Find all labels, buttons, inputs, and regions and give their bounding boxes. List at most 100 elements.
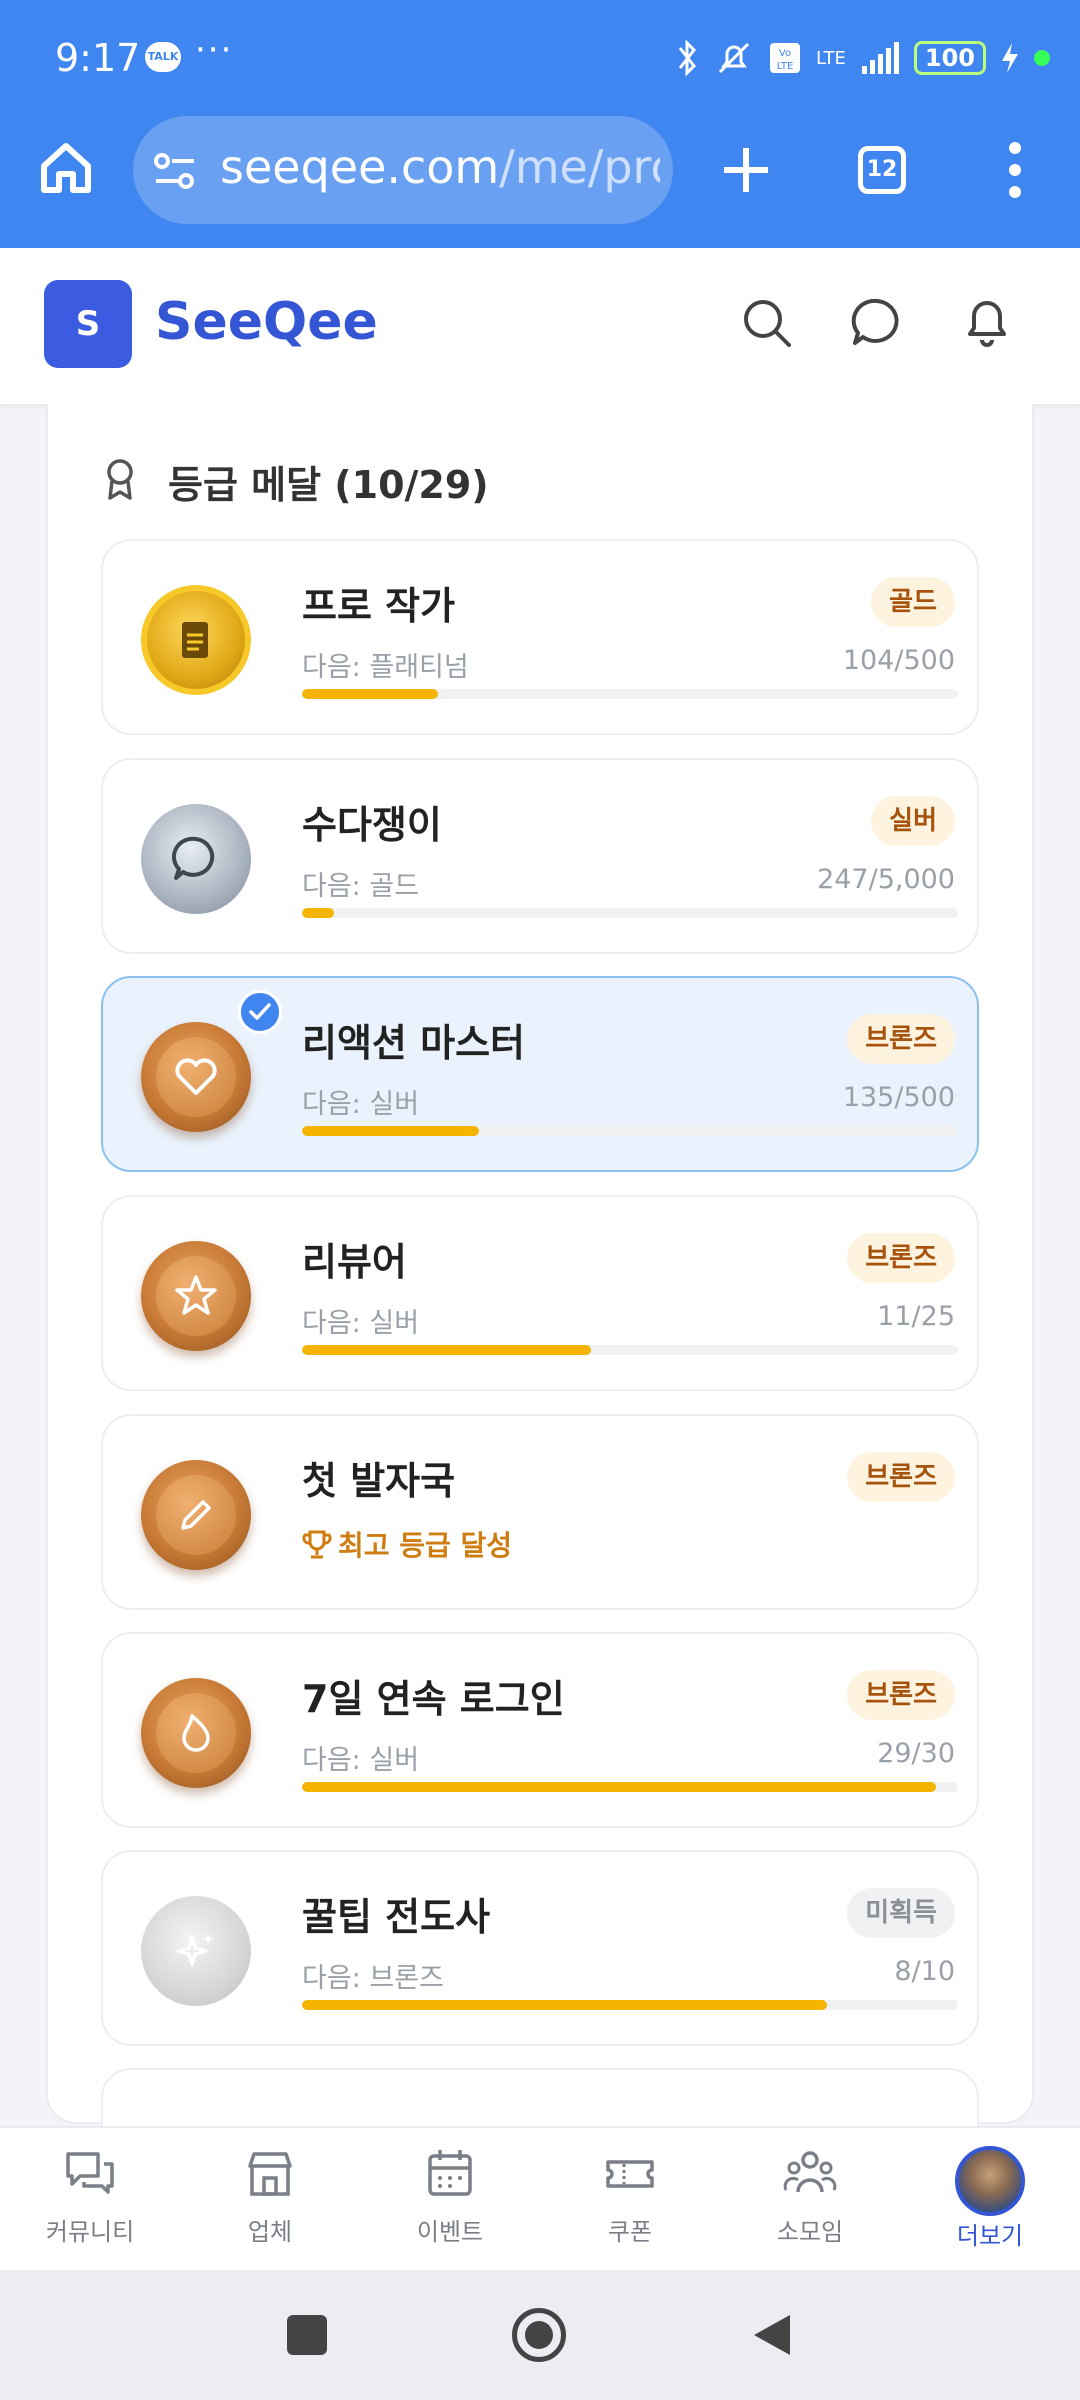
selected-check-icon [238,990,282,1034]
medal-progress-count: 8/10 [894,1956,955,1987]
browser-menu-icon[interactable] [1000,140,1030,200]
recents-button[interactable] [287,2315,327,2355]
people-icon [783,2151,837,2193]
nav-coupon[interactable]: 쿠폰 [560,2146,700,2247]
signal-icon [861,42,899,74]
progress-bar-fill [302,908,335,918]
medal-card-pro-writer[interactable]: 프로 작가 골드 다음: 플래티넘 104/500 [101,539,979,735]
tier-badge: 브론즈 [847,1014,955,1064]
flame-medal-icon [141,1678,251,1788]
back-button[interactable] [750,2311,794,2359]
medal-card-chatterbox[interactable]: 수다쟁이 실버 다음: 골드 247/5,000 [101,758,979,954]
medal-progress-count: 11/25 [877,1301,955,1332]
svg-text:Vo: Vo [779,48,791,59]
nav-business[interactable]: 업체 [200,2146,340,2247]
home-icon[interactable] [38,140,94,196]
new-tab-icon[interactable] [718,142,774,198]
medal-next-tier: 다음: 실버 [302,1089,420,1120]
more-notifications-icon: ··· [195,30,234,70]
active-dot-icon [1034,50,1050,66]
nav-label: 업체 [247,2218,293,2246]
medal-ribbon-icon [107,459,133,500]
url-path: /me/pro [499,140,660,194]
bluetooth-icon [678,39,696,77]
svg-text:LTE: LTE [777,61,794,72]
medal-next-tier: 다음: 플래티넘 [302,652,469,683]
medal-progress-count: 247/5,000 [817,864,955,895]
nav-label: 커뮤니티 [45,2218,135,2246]
medal-card-reviewer[interactable]: 리뷰어 브론즈 다음: 실버 11/25 [101,1195,979,1391]
progress-bar [302,1782,958,1792]
medal-card-partial[interactable] [101,2068,979,2128]
sparkle-medal-icon [141,1896,251,2006]
medal-next-tier: 다음: 실버 [302,1745,420,1776]
progress-bar [302,908,958,918]
tier-badge: 브론즈 [847,1670,955,1720]
home-button[interactable] [512,2308,566,2362]
heart-medal-icon [141,1022,251,1132]
medal-progress-count: 104/500 [842,645,955,676]
url-text[interactable]: seeqee.com/me/pro [220,140,660,194]
battery-icon: 100 [913,41,986,75]
medal-title: 리뷰어 [302,1240,407,1284]
medal-card-reaction-master[interactable]: 리액션 마스터 브론즈 다음: 실버 135/500 [101,976,979,1172]
progress-bar-fill [302,2000,827,2010]
nav-label: 이벤트 [416,2218,484,2246]
progress-bar-fill [302,1126,480,1136]
tier-badge: 미획득 [847,1888,955,1938]
tier-badge: 브론즈 [847,1452,955,1502]
section-title: 등급 메달 (10/29) [168,463,489,507]
speech-bubble-medal-icon [141,804,251,914]
medal-title: 수다쟁이 [302,803,442,847]
medal-card-tip-evangelist[interactable]: 꿀팁 전도사 미획득 다음: 브론즈 8/10 [101,1850,979,2046]
medal-title: 프로 작가 [302,584,456,628]
nav-label: 소모임 [776,2218,844,2246]
chat-icon[interactable] [850,296,904,350]
nav-label: 쿠폰 [607,2218,653,2246]
tier-badge: 실버 [871,796,955,846]
progress-bar-fill [302,689,439,699]
nav-event[interactable]: 이벤트 [380,2146,520,2247]
mute-icon [718,42,750,74]
medal-progress-count: 29/30 [877,1738,955,1769]
medal-card-7day-login[interactable]: 7일 연속 로그인 브론즈 다음: 실버 29/30 [101,1632,979,1828]
tier-badge: 브론즈 [847,1233,955,1283]
community-icon [66,2152,114,2194]
medal-title: 7일 연속 로그인 [302,1677,565,1721]
progress-bar-fill [302,1345,591,1355]
url-domain: seeqee.com [220,140,500,194]
nav-label: 더보기 [956,2222,1024,2250]
progress-bar [302,689,958,699]
search-icon[interactable] [740,296,794,350]
coupon-icon [606,2160,654,2188]
charging-icon [1002,43,1018,73]
site-settings-icon[interactable] [152,148,198,194]
medal-title: 리액션 마스터 [302,1021,525,1065]
pencil-medal-icon [141,1460,251,1570]
max-tier-label: 최고 등급 달성 [302,1524,512,1564]
app-logo[interactable]: S [44,280,132,368]
tier-badge: 골드 [871,577,955,627]
brand-name[interactable]: SeeQee [155,292,378,352]
medal-card-first-step[interactable]: 첫 발자국 브론즈 최고 등급 달성 [101,1414,979,1610]
nav-group[interactable]: 소모임 [740,2146,880,2247]
profile-avatar [955,2146,1025,2216]
progress-bar [302,1345,958,1355]
star-medal-icon [141,1241,251,1351]
document-medal-icon [141,585,251,695]
bell-icon[interactable] [960,294,1014,350]
medal-progress-count: 135/500 [842,1082,955,1113]
medal-title: 꿀팁 전도사 [302,1895,491,1939]
medal-title: 첫 발자국 [302,1459,456,1503]
nav-more[interactable]: 더보기 [920,2146,1060,2251]
tab-switcher-button[interactable]: 12 [858,146,906,194]
volte-icon: Vo LTE [769,43,800,73]
status-time: 9:17 [55,36,141,80]
status-bar: 9:17 TALK ··· Vo LTE LTE 100 [0,0,1080,110]
bottom-navigation [0,2126,1080,2270]
nav-community[interactable]: 커뮤니티 [20,2146,160,2247]
trophy-icon [302,1530,332,1559]
medal-next-tier: 다음: 골드 [302,871,420,902]
max-tier-text: 최고 등급 달성 [338,1529,513,1562]
lte-label: LTE [815,47,846,69]
